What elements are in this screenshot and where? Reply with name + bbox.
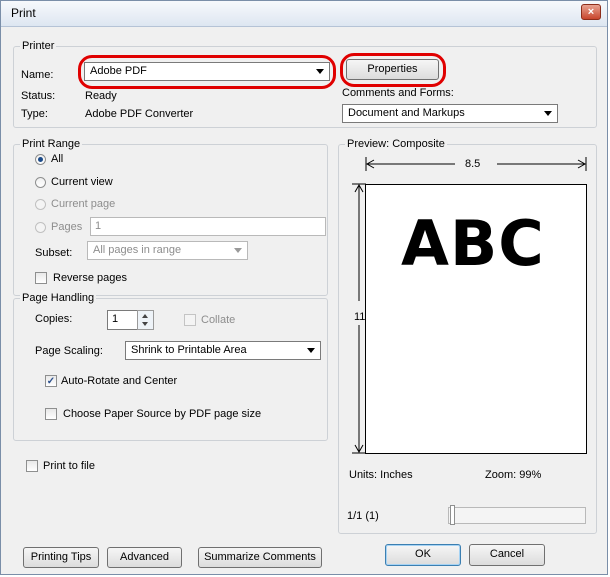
paper-source-label[interactable]: Choose Paper Source by PDF page size: [63, 408, 261, 421]
advanced-button[interactable]: Advanced: [107, 547, 182, 568]
subset-value: All pages in range: [93, 244, 182, 256]
radio-all[interactable]: [35, 154, 46, 165]
width-value: 8.5: [465, 158, 481, 170]
radio-all-label[interactable]: All: [51, 153, 63, 166]
ok-label: OK: [415, 548, 431, 560]
radio-pages-label[interactable]: Pages: [51, 221, 82, 234]
dialog-title: Print: [11, 6, 36, 20]
radio-current-page-label[interactable]: Current page: [51, 198, 115, 211]
page-scaling-value: Shrink to Printable Area: [131, 344, 247, 356]
collate-label[interactable]: Collate: [201, 314, 235, 327]
close-button[interactable]: ×: [581, 4, 601, 20]
title-bar: Print ×: [1, 1, 607, 27]
printer-status-label: Status:: [21, 90, 56, 102]
units-label: Units: Inches: [349, 469, 413, 481]
copies-label: Copies:: [35, 313, 73, 325]
printer-group-label: Printer: [20, 40, 57, 52]
page-scaling-dropdown[interactable]: Shrink to Printable Area: [125, 341, 321, 360]
auto-rotate-label[interactable]: Auto-Rotate and Center: [61, 375, 177, 388]
radio-current-view-label[interactable]: Current view: [51, 176, 113, 189]
printer-type-value: Adobe PDF Converter: [85, 108, 194, 120]
print-dialog: Print × Printer Name: Adobe PDF Status: …: [0, 0, 608, 575]
page-indicator: 1/1 (1): [347, 510, 379, 522]
close-icon: ×: [587, 6, 595, 18]
summarize-comments-label: Summarize Comments: [204, 551, 316, 563]
chevron-down-icon: [544, 111, 552, 116]
preview-sample-text: ABC: [401, 207, 545, 280]
page-slider-handle[interactable]: [450, 505, 455, 525]
checkmark-icon: ✓: [46, 376, 56, 387]
arrow-down-icon: [142, 322, 148, 326]
page-slider-track[interactable]: [448, 507, 586, 524]
radio-current-view[interactable]: [35, 177, 46, 188]
ok-button[interactable]: OK: [385, 544, 461, 566]
cancel-button[interactable]: Cancel: [469, 544, 545, 566]
comments-forms-dropdown[interactable]: Document and Markups: [342, 104, 558, 123]
properties-highlight: [340, 53, 446, 87]
pages-input[interactable]: 1: [90, 217, 326, 236]
collate-checkbox[interactable]: [184, 314, 196, 326]
summarize-comments-button[interactable]: Summarize Comments: [198, 547, 322, 568]
paper-source-checkbox[interactable]: [45, 408, 57, 420]
zoom-label: Zoom: 99%: [485, 469, 542, 481]
pages-input-value: 1: [95, 220, 102, 232]
page-scaling-label: Page Scaling:: [35, 345, 103, 357]
auto-rotate-checkbox[interactable]: ✓: [45, 375, 57, 387]
page-handling-group-label: Page Handling: [20, 292, 97, 304]
print-to-file-label[interactable]: Print to file: [43, 460, 95, 473]
copies-input[interactable]: 1: [107, 310, 138, 330]
printer-name-label: Name:: [21, 69, 54, 81]
preview-group-label: Preview: Composite: [345, 138, 447, 150]
height-value: 11: [354, 311, 366, 323]
print-to-file-checkbox[interactable]: [26, 460, 38, 472]
arrow-up-icon: [142, 314, 148, 318]
subset-dropdown[interactable]: All pages in range: [87, 241, 248, 260]
radio-current-page[interactable]: [35, 199, 46, 210]
print-range-group-label: Print Range: [20, 138, 83, 150]
radio-pages[interactable]: [35, 222, 46, 233]
printing-tips-button[interactable]: Printing Tips: [23, 547, 99, 568]
copies-value: 1: [112, 313, 119, 325]
copies-stepper[interactable]: [137, 310, 154, 330]
chevron-down-icon: [307, 348, 315, 353]
printer-type-label: Type:: [21, 108, 48, 120]
comments-forms-label: Comments and Forms:: [342, 87, 454, 99]
chevron-down-icon: [234, 248, 242, 253]
printer-name-highlight: [78, 55, 336, 89]
advanced-label: Advanced: [120, 551, 169, 563]
printing-tips-label: Printing Tips: [30, 551, 92, 563]
comments-forms-value: Document and Markups: [348, 107, 465, 119]
reverse-pages-checkbox[interactable]: [35, 272, 47, 284]
reverse-pages-label[interactable]: Reverse pages: [53, 272, 127, 285]
printer-status-value: Ready: [85, 90, 117, 102]
subset-label: Subset:: [35, 247, 73, 259]
cancel-label: Cancel: [489, 548, 525, 560]
